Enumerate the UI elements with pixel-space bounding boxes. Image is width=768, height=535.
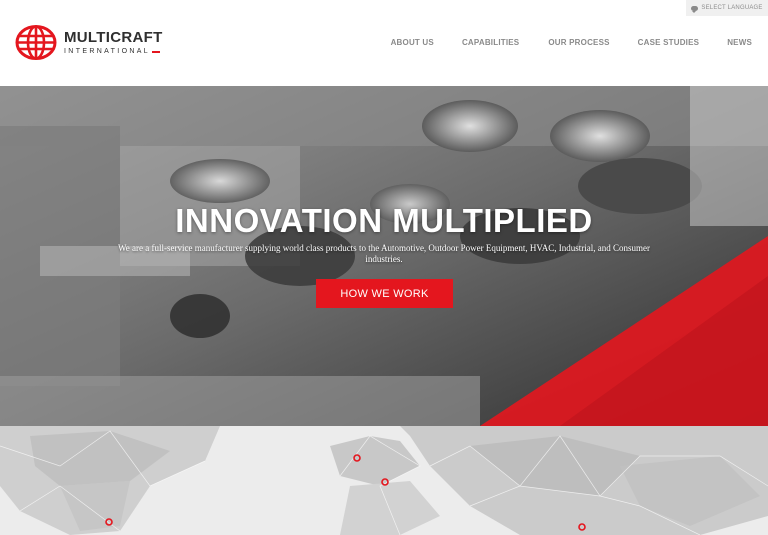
site-header: SELECT LANGUAGE MULTICRAFT INTERNATIONAL…	[0, 0, 768, 86]
nav-case-studies[interactable]: CASE STUDIES	[638, 38, 700, 47]
logo-sub-text: INTERNATIONAL	[64, 48, 151, 55]
locations-map	[0, 426, 768, 535]
select-language-button[interactable]: SELECT LANGUAGE	[686, 0, 768, 16]
main-nav: ABOUT US CAPABILITIES OUR PROCESS CASE S…	[391, 38, 752, 47]
hero-title: INNOVATION MULTIPLIED	[175, 202, 593, 239]
logo-accent-bar	[152, 50, 161, 53]
nav-capabilities[interactable]: CAPABILITIES	[462, 38, 519, 47]
nav-about-us[interactable]: ABOUT US	[391, 38, 434, 47]
nav-our-process[interactable]: OUR PROCESS	[548, 38, 609, 47]
chat-bubble-icon	[691, 5, 699, 13]
hero-subtitle: We are a full-service manufacturer suppl…	[118, 243, 650, 264]
site-logo[interactable]: MULTICRAFT INTERNATIONAL	[15, 24, 163, 61]
logo-brand-text: MULTICRAFT	[64, 29, 163, 46]
globe-icon	[15, 25, 57, 60]
select-language-label: SELECT LANGUAGE	[701, 5, 763, 11]
world-map-image	[0, 426, 768, 535]
how-we-work-button[interactable]: HOW WE WORK	[316, 279, 453, 308]
hero-banner: INNOVATION MULTIPLIED We are a full-serv…	[0, 86, 768, 426]
nav-news[interactable]: NEWS	[727, 38, 752, 47]
